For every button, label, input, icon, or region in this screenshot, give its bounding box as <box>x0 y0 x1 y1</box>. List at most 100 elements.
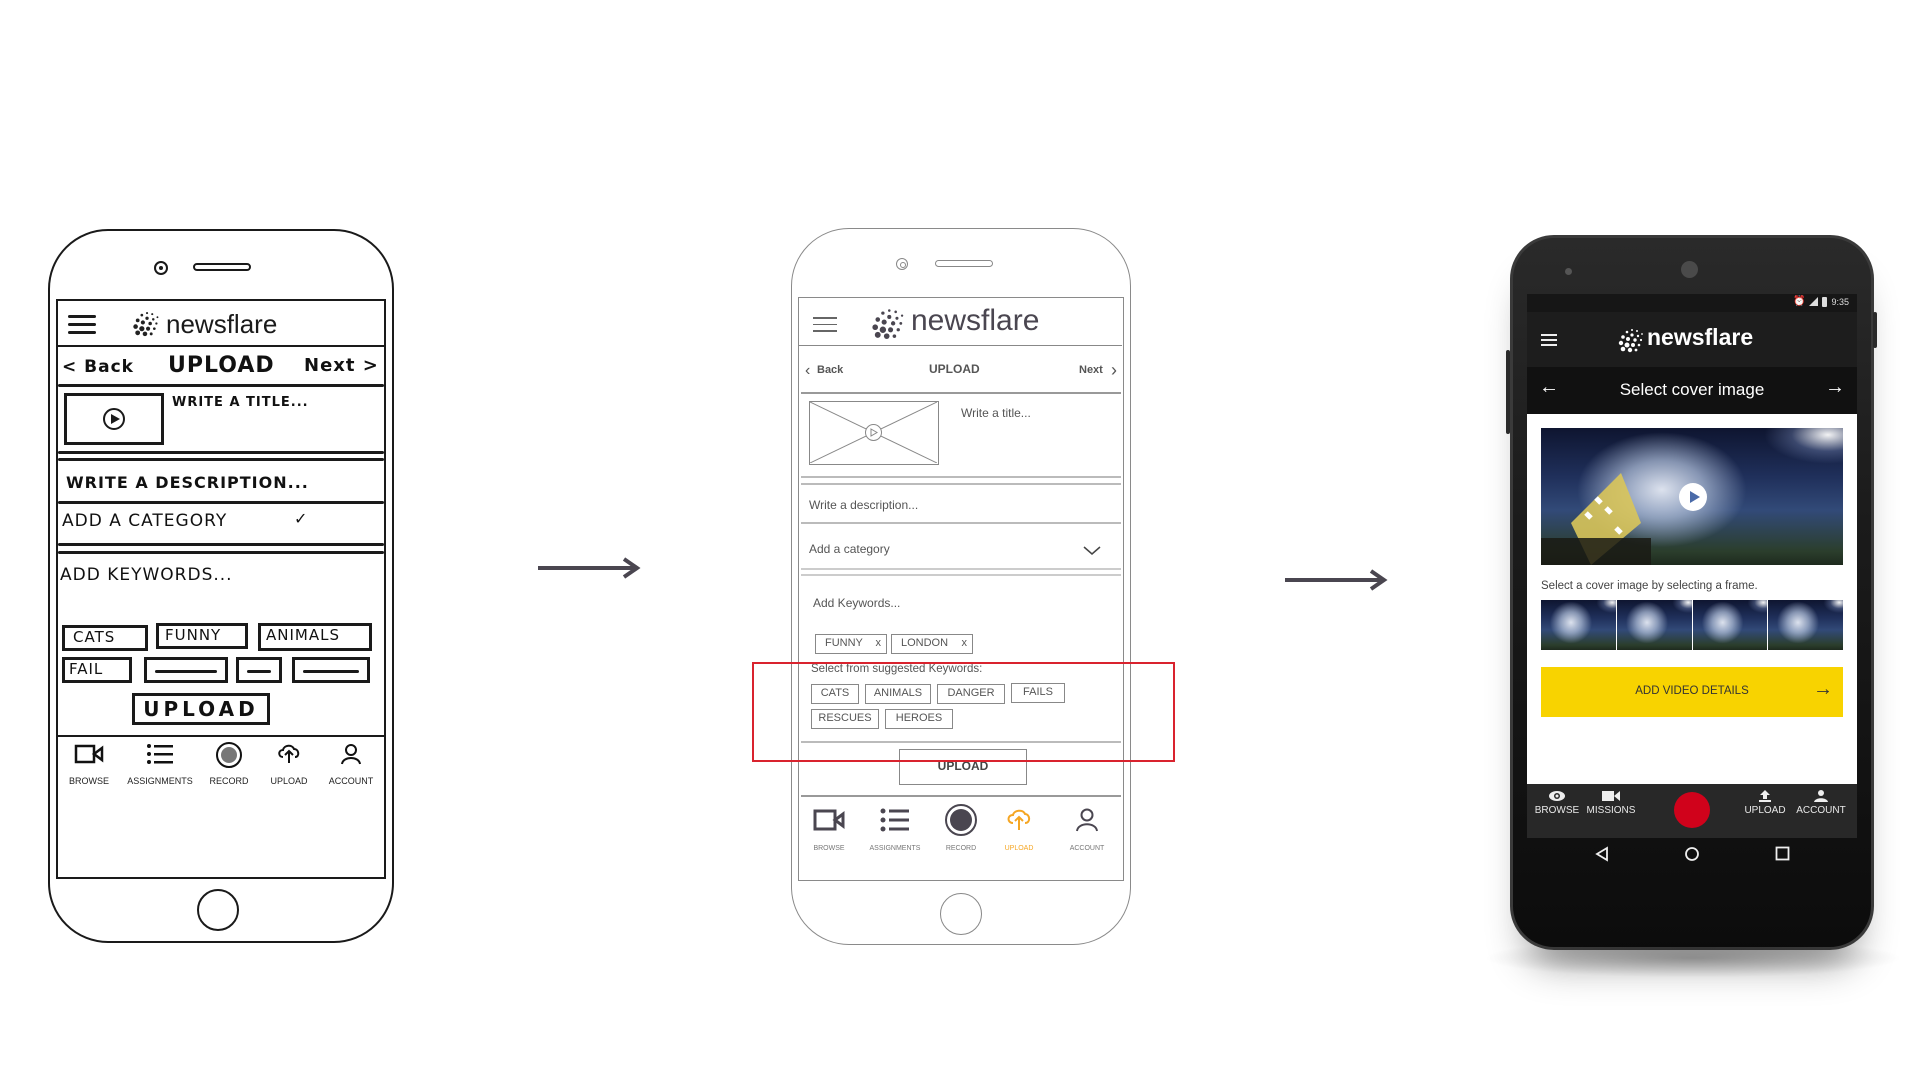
tab-bar: BROWSE MISSIONS UPLOAD ACCOUNT <box>1527 784 1857 838</box>
cloud-upload-icon <box>1007 809 1031 830</box>
tab-account[interactable]: ACCOUNT <box>320 743 382 786</box>
screen-title: UPLOAD <box>168 353 275 378</box>
selected-keyword-chip: FUNNY x <box>815 634 887 654</box>
remove-keyword-icon[interactable]: x <box>876 635 882 652</box>
front-camera <box>154 261 168 275</box>
frame-thumbnail[interactable] <box>1768 600 1843 650</box>
title-field[interactable]: WRITE A TITLE... <box>172 395 309 410</box>
keyword-chip-blank[interactable] <box>144 657 228 683</box>
cloud-upload-icon <box>278 744 300 763</box>
power-button <box>1873 312 1877 348</box>
keyword-chip[interactable]: CATS <box>62 625 148 651</box>
tab-browse[interactable]: BROWSE <box>58 743 120 786</box>
app-header: newsflare <box>58 301 384 347</box>
tab-account[interactable]: ACCOUNT <box>1791 790 1851 816</box>
sketch-screen: newsflare < Back UPLOAD Next > WRITE A T… <box>56 299 386 879</box>
eye-icon <box>1549 791 1565 801</box>
keyword-chip[interactable]: FAIL <box>62 657 132 683</box>
keywords-field[interactable]: ADD KEYWORDS... <box>60 565 233 585</box>
brand-name: newsflare <box>166 309 278 339</box>
back-triangle-icon[interactable] <box>1595 846 1609 862</box>
next-link[interactable]: Next <box>1079 364 1103 376</box>
category-select[interactable]: ADD A CATEGORY <box>62 511 227 531</box>
next-link[interactable]: Next > <box>304 355 379 376</box>
brand-name: newsflare <box>1647 324 1754 350</box>
arrow-right-icon: → <box>1813 678 1833 700</box>
home-button[interactable] <box>197 889 239 931</box>
home-circle-icon[interactable] <box>1684 846 1700 862</box>
home-button[interactable] <box>940 893 982 935</box>
frame-thumbnail[interactable] <box>1616 600 1693 650</box>
frame-thumbnail[interactable] <box>1692 600 1769 650</box>
title-field[interactable]: Write a title... <box>961 406 1031 420</box>
keyword-chip-blank[interactable] <box>292 657 370 683</box>
tab-upload[interactable]: UPLOAD <box>1735 790 1795 816</box>
remove-keyword-icon[interactable]: x <box>962 635 968 652</box>
tab-browse[interactable]: BROWSE <box>1527 790 1587 816</box>
person-icon <box>1814 790 1828 802</box>
keywords-field[interactable]: Add Keywords... <box>813 596 900 610</box>
back-link[interactable]: < Back <box>62 357 134 377</box>
flag-graphic <box>1541 473 1651 565</box>
image-placeholder-icon <box>810 402 937 463</box>
selected-keyword-chip: LONDON x <box>891 634 973 654</box>
tab-account[interactable]: ACCOUNT <box>1055 808 1119 852</box>
video-camera-icon <box>74 744 104 764</box>
keyword-chip-blank[interactable] <box>236 657 282 683</box>
signal-icon <box>1809 297 1819 306</box>
screen-title: Select cover image <box>1619 380 1765 399</box>
chevron-left-icon[interactable]: ‹ <box>805 362 810 380</box>
upload-button[interactable]: UPLOAD <box>132 693 270 725</box>
recents-square-icon[interactable] <box>1775 846 1790 861</box>
status-bar: ⏰ 9:35 <box>1527 294 1857 312</box>
description-field[interactable]: WRITE A DESCRIPTION... <box>66 473 309 492</box>
video-thumbnail[interactable] <box>64 393 164 445</box>
cover-image-preview[interactable] <box>1541 428 1843 565</box>
content-area: Select a cover image by selecting a fram… <box>1527 414 1857 784</box>
add-video-details-button[interactable]: ADD VIDEO DETAILS → <box>1541 667 1843 717</box>
description-field[interactable]: Write a description... <box>809 498 918 512</box>
chevron-right-icon[interactable]: › <box>1111 360 1117 381</box>
chevron-down-icon[interactable] <box>1083 546 1101 556</box>
wireframe-phone: newsflare ‹ Back UPLOAD Next › Write a t… <box>791 228 1131 945</box>
cta-label: ADD VIDEO DETAILS <box>1635 685 1749 697</box>
list-icon <box>880 808 909 832</box>
tab-record[interactable]: RECORD <box>198 741 260 786</box>
newsflare-logo-icon <box>872 309 904 339</box>
upload-icon <box>1759 790 1771 802</box>
record-button[interactable] <box>1674 792 1710 828</box>
tab-record[interactable]: RECORD <box>931 803 991 852</box>
back-link[interactable]: Back <box>817 364 843 376</box>
front-camera <box>896 258 908 270</box>
category-select[interactable]: Add a category <box>809 542 890 556</box>
tab-upload[interactable]: UPLOAD <box>258 743 320 786</box>
list-icon <box>147 744 173 764</box>
tab-bar: BROWSE ASSIGNMENTS RECORD UPLOAD ACCOUNT <box>58 737 384 797</box>
chevron-down-icon[interactable]: ✓ <box>294 509 308 528</box>
tab-upload-active[interactable]: UPLOAD <box>989 808 1049 852</box>
alarm-icon: ⏰ <box>1793 296 1806 307</box>
hamburger-menu-icon[interactable] <box>813 317 837 332</box>
hamburger-menu-icon[interactable] <box>1541 334 1557 346</box>
volume-button <box>1506 350 1510 434</box>
frame-thumbnail[interactable] <box>1541 600 1617 650</box>
video-thumbnail-placeholder[interactable] <box>809 401 939 465</box>
record-icon <box>216 742 242 768</box>
hamburger-menu-icon[interactable] <box>68 315 96 334</box>
sensor <box>1565 268 1572 275</box>
flow-arrow-icon <box>538 557 641 579</box>
system-navigation <box>1527 838 1857 878</box>
android-phone: ⏰ 9:35 newsflare ← Select cover image → <box>1483 235 1903 978</box>
video-camera-icon <box>813 809 845 831</box>
keyword-chip[interactable]: ANIMALS <box>258 623 372 651</box>
play-icon <box>103 408 125 430</box>
forward-arrow-icon[interactable]: → <box>1825 376 1845 399</box>
keyword-chip[interactable]: FUNNY <box>156 623 248 649</box>
tab-missions[interactable]: MISSIONS <box>1581 790 1641 816</box>
newsflare-logo-icon <box>1618 329 1643 353</box>
play-button[interactable] <box>1679 483 1707 511</box>
tab-assignments[interactable]: ASSIGNMENTS <box>114 743 206 786</box>
record-icon <box>945 804 977 836</box>
app-header: newsflare <box>1527 312 1857 367</box>
tab-assignments[interactable]: ASSIGNMENTS <box>849 808 941 852</box>
